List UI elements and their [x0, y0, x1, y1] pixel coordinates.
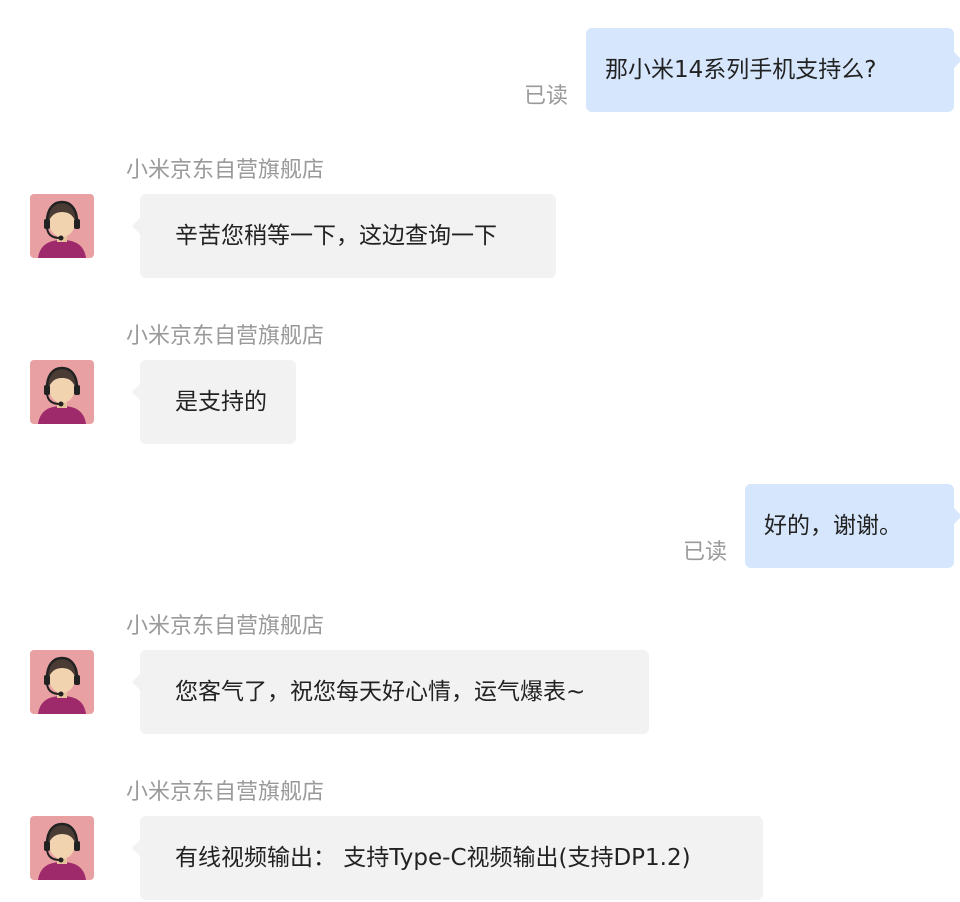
sender-name: 小米京东自营旗舰店	[126, 158, 325, 183]
customer-service-agent-icon[interactable]	[30, 194, 94, 258]
read-status: 已读	[524, 84, 569, 109]
message-bubble-outgoing[interactable]: 好的，谢谢。	[745, 484, 960, 568]
sender-name: 小米京东自营旗舰店	[126, 780, 325, 805]
sender-name: 小米京东自营旗舰店	[126, 324, 325, 349]
customer-service-agent-icon[interactable]	[30, 650, 94, 714]
message-bubble-incoming[interactable]: 辛苦您稍等一下，这边查询一下	[132, 194, 556, 278]
sender-name: 小米京东自营旗舰店	[126, 614, 325, 639]
message-bubble-outgoing[interactable]: 那小米14系列手机支持么?	[586, 28, 960, 112]
customer-service-agent-icon[interactable]	[30, 360, 94, 424]
message-bubble-incoming[interactable]: 是支持的	[132, 360, 296, 444]
read-status: 已读	[683, 540, 728, 565]
message-bubble-incoming[interactable]: 您客气了，祝您每天好心情，运气爆表~	[132, 650, 649, 734]
message-bubble-incoming[interactable]: 有线视频输出： 支持Type-C视频输出(支持DP1.2)	[132, 816, 763, 900]
customer-service-agent-icon[interactable]	[30, 816, 94, 880]
